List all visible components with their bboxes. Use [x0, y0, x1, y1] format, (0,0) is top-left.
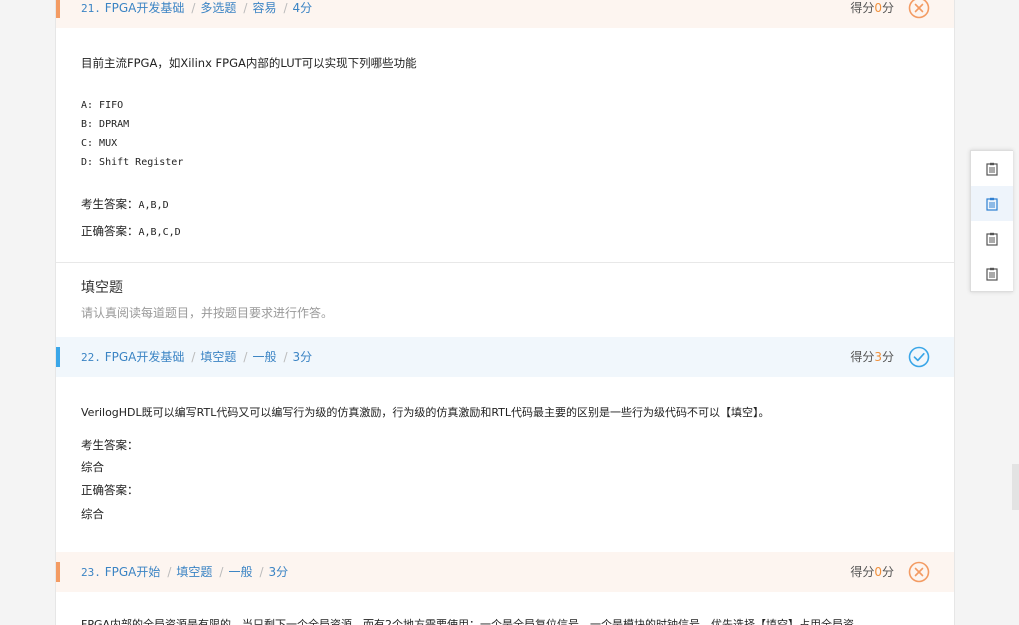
student-answer-label: 考生答案：	[81, 438, 139, 452]
question-text: FPGA内部的全局资源是有限的，当只剩下一个全局资源，而有2个地方需要使用：一个…	[81, 618, 855, 625]
score: 得分0分	[850, 1, 894, 15]
exam-review-panel: 21. FPGA开发基础 / 多选题 / 容易/4分 得分0分 目前主流FPGA，如Xi…	[55, 0, 955, 625]
type-link[interactable]: 填空题	[200, 350, 236, 364]
clipboard-icon	[986, 162, 998, 176]
wrong-icon	[908, 561, 930, 583]
correct-answer: 综合	[81, 507, 104, 521]
question-header-22: 22. FPGA开发基础 / 填空题 / 一般/3分 得分3分	[56, 337, 954, 377]
breadcrumb: 22. FPGA开发基础 / 填空题 / 一般/3分	[81, 350, 313, 364]
nav-button-1[interactable]	[971, 151, 1013, 186]
section-description: 请认真阅读每道题目，并按题目要求进行作答。	[81, 306, 334, 320]
points-label: 4分	[292, 1, 313, 15]
question-text: VerilogHDL既可以编写RTL代码又可以编写行为级的仿真激励，行为级的仿真…	[81, 406, 770, 419]
status-bar	[56, 562, 60, 582]
nav-button-2[interactable]	[971, 186, 1013, 221]
nav-button-4[interactable]	[971, 256, 1013, 291]
difficulty-link[interactable]: 一般	[252, 350, 276, 364]
scrollbar-thumb[interactable]	[1012, 464, 1019, 510]
option-a: A: FIFO	[81, 100, 124, 111]
question-nav-panel	[970, 150, 1013, 292]
status-bar	[56, 0, 60, 18]
category-link[interactable]: FPGA开发基础	[105, 1, 185, 15]
correct-answer: 正确答案：A,B,C,D	[81, 224, 181, 238]
points-label: 3分	[268, 565, 289, 579]
option-b: B: DPRAM	[81, 119, 130, 130]
question-header-23: 23. FPGA开始 / 填空题 / 一般/3分 得分0分	[56, 552, 954, 592]
question-number: 21.	[81, 2, 101, 15]
breadcrumb: 23. FPGA开始 / 填空题 / 一般/3分	[81, 565, 289, 579]
category-link[interactable]: FPGA开始	[105, 565, 161, 579]
score: 得分3分	[850, 350, 894, 364]
question-header-21: 21. FPGA开发基础 / 多选题 / 容易/4分 得分0分	[56, 0, 954, 28]
breadcrumb: 21. FPGA开发基础 / 多选题 / 容易/4分	[81, 1, 313, 15]
type-link[interactable]: 多选题	[200, 1, 236, 15]
divider	[56, 262, 954, 263]
points-label: 3分	[292, 350, 313, 364]
status-bar	[56, 347, 60, 367]
nav-button-3[interactable]	[971, 221, 1013, 256]
clipboard-icon	[986, 232, 998, 246]
score: 得分0分	[850, 565, 894, 579]
student-answer: 综合	[81, 460, 104, 474]
check-icon	[908, 346, 930, 368]
student-answer: 考生答案：A,B,D	[81, 197, 169, 211]
section-title: 填空题	[81, 280, 123, 296]
option-c: C: MUX	[81, 138, 118, 149]
question-number: 22.	[81, 351, 101, 364]
category-link[interactable]: FPGA开发基础	[105, 350, 185, 364]
correct-answer-label: 正确答案：	[81, 483, 139, 497]
clipboard-icon	[986, 197, 998, 211]
option-d: D: Shift Register	[81, 157, 184, 168]
clipboard-icon	[986, 267, 998, 281]
wrong-icon	[908, 0, 930, 19]
question-number: 23.	[81, 566, 101, 579]
difficulty-link[interactable]: 容易	[252, 1, 276, 15]
question-text: 目前主流FPGA，如Xilinx FPGA内部的LUT可以实现下列哪些功能	[81, 56, 417, 70]
difficulty-link[interactable]: 一般	[228, 565, 252, 579]
type-link[interactable]: 填空题	[176, 565, 212, 579]
